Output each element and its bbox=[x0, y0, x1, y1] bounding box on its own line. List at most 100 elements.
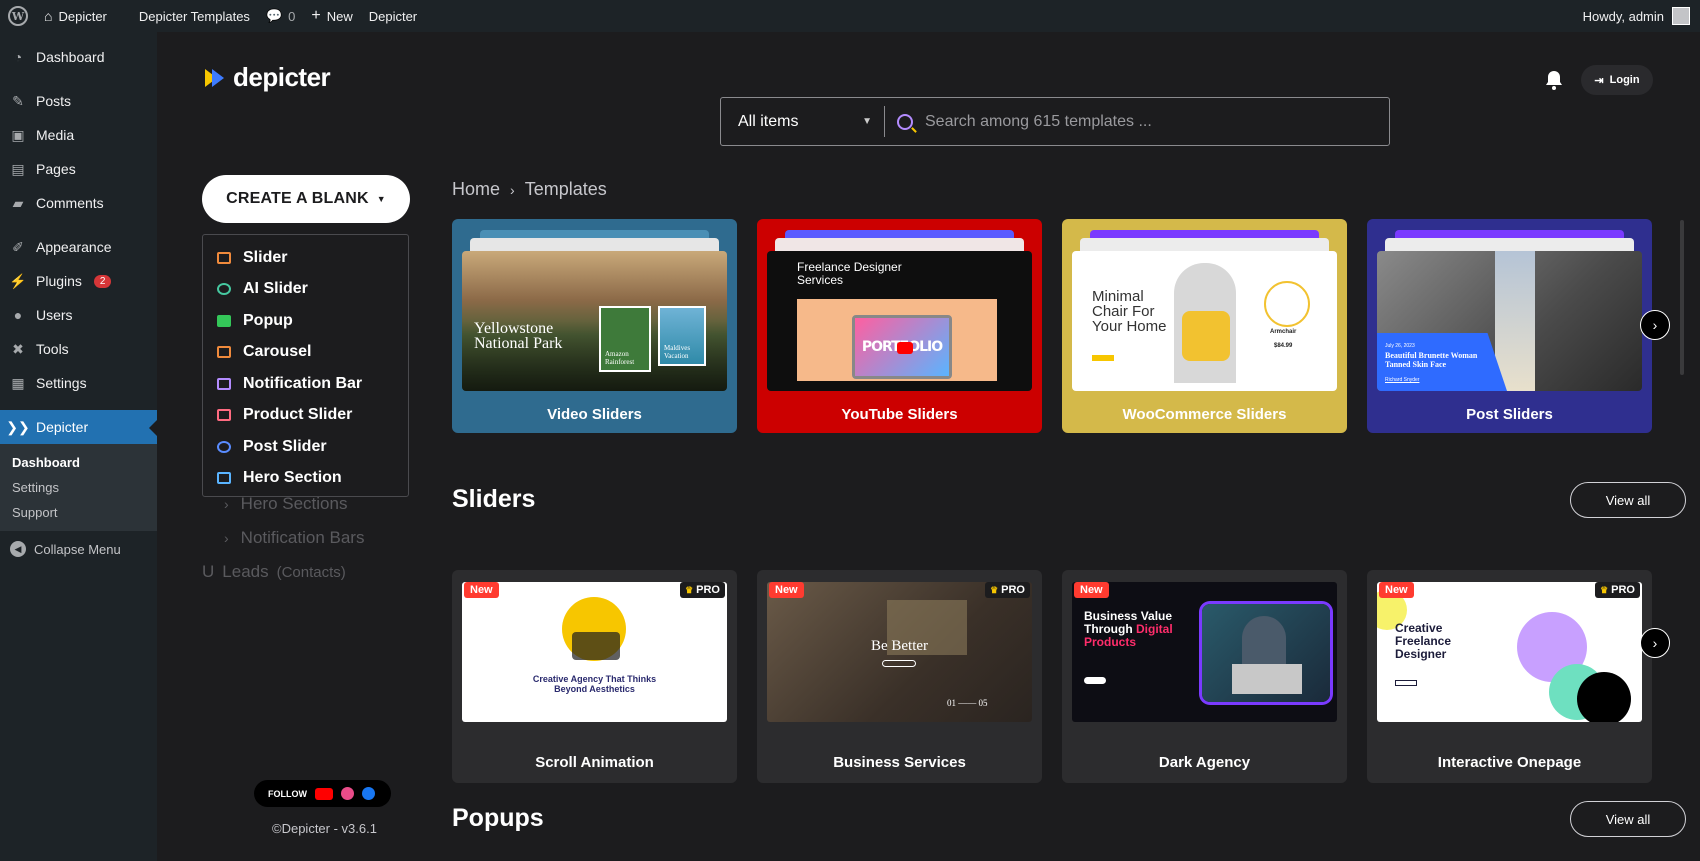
pin-icon: ✎ bbox=[12, 92, 24, 109]
leads-label: Leads bbox=[222, 562, 269, 581]
site-name-link[interactable]: ⌂ Depicter bbox=[36, 0, 115, 32]
search-input[interactable] bbox=[925, 112, 1365, 131]
my-account[interactable]: Howdy, admin bbox=[1583, 7, 1700, 25]
menu-item-label: Slider bbox=[243, 248, 288, 266]
thumbnail-button bbox=[1084, 677, 1106, 684]
menu-dashboard[interactable]: ◔ Dashboard bbox=[0, 40, 157, 74]
menu-users[interactable]: ● Users bbox=[0, 298, 157, 332]
menu-plugins[interactable]: ⚡ Plugins 2 bbox=[0, 264, 157, 298]
plus-icon: + bbox=[311, 7, 321, 24]
youtube-icon[interactable] bbox=[315, 787, 333, 800]
menu-item-post-slider[interactable]: Post Slider bbox=[203, 431, 408, 463]
submenu-dashboard[interactable]: Dashboard bbox=[0, 450, 157, 475]
template-thumbnail: Creative Agency That Thinks Beyond Aesth… bbox=[462, 582, 727, 722]
template-card[interactable]: New ♛ PRO Creative Freelance Designer Int… bbox=[1367, 570, 1652, 783]
dark-circle-graphic bbox=[1577, 672, 1631, 722]
menu-tools[interactable]: ✖ Tools bbox=[0, 332, 157, 366]
pro-badge: ♛ PRO bbox=[1595, 582, 1640, 598]
section-title-popups: Popups bbox=[452, 804, 544, 832]
menu-media[interactable]: ▣ Media bbox=[0, 118, 157, 152]
pro-label: PRO bbox=[696, 584, 720, 596]
scrollbar[interactable] bbox=[1680, 220, 1684, 375]
depicter-link[interactable]: Depicter bbox=[361, 0, 425, 32]
template-card[interactable]: New ♛ PRO Be Better 01 —— 05 Business Ser… bbox=[757, 570, 1042, 783]
menu-item-popup[interactable]: Popup bbox=[203, 305, 408, 337]
category-woocommerce-sliders[interactable]: Minimal Chair For Your Home Armchair $84… bbox=[1062, 219, 1347, 433]
new-content-link[interactable]: + New bbox=[303, 0, 360, 32]
ai-icon bbox=[217, 283, 231, 296]
preview-button bbox=[1092, 355, 1114, 361]
menu-label: Pages bbox=[36, 161, 76, 177]
submenu-support[interactable]: Support bbox=[0, 500, 157, 525]
login-icon: ⇥ bbox=[1594, 74, 1604, 87]
sliders-next-arrow[interactable]: › bbox=[1640, 628, 1670, 658]
submenu-settings[interactable]: Settings bbox=[0, 475, 157, 500]
menu-item-hero-section[interactable]: Hero Section bbox=[203, 463, 408, 495]
breadcrumb-home[interactable]: Home bbox=[452, 179, 500, 200]
menu-item-notification-bar[interactable]: Notification Bar bbox=[203, 368, 408, 400]
thumbnail-headline: Creative Agency That Thinks Beyond Aesth… bbox=[532, 674, 657, 694]
nav-leads[interactable]: U Leads (Contacts) bbox=[202, 555, 364, 589]
site-name-label: Depicter bbox=[58, 8, 107, 24]
caret-down-icon: ▼ bbox=[376, 194, 386, 204]
nav-notification-bars[interactable]: Notification Bars bbox=[202, 521, 365, 555]
menu-comments[interactable]: ▰ Comments bbox=[0, 186, 157, 220]
notification-bar-icon bbox=[217, 377, 231, 390]
category-label: Post Sliders bbox=[1466, 406, 1553, 423]
depicter-logo-icon bbox=[205, 68, 227, 87]
menu-pages[interactable]: ▤ Pages bbox=[0, 152, 157, 186]
template-card[interactable]: New Business Value Through Digital Produ… bbox=[1062, 570, 1347, 783]
template-thumbnail: Business Value Through Digital Products bbox=[1072, 582, 1337, 722]
wordpress-logo-button[interactable]: W bbox=[0, 0, 36, 32]
popup-icon bbox=[217, 314, 231, 327]
depicter-logo[interactable]: depicter bbox=[205, 62, 331, 93]
categories-next-arrow[interactable]: › bbox=[1640, 310, 1670, 340]
woocommerce-slider-preview: Minimal Chair For Your Home Armchair $84… bbox=[1072, 251, 1337, 391]
crown-icon: ♛ bbox=[1600, 584, 1609, 595]
comments-link[interactable]: 💬 0 bbox=[258, 0, 303, 32]
view-all-popups-button[interactable]: View all bbox=[1570, 801, 1686, 837]
menu-appearance[interactable]: ✐ Appearance bbox=[0, 230, 157, 264]
bell-icon[interactable] bbox=[1545, 70, 1565, 92]
media-icon: ▣ bbox=[11, 126, 25, 143]
brush-icon: ✐ bbox=[12, 238, 24, 255]
facebook-icon[interactable] bbox=[362, 787, 375, 800]
category-youtube-sliders[interactable]: Freelance Designer Services PORTFOLIO Yo… bbox=[757, 219, 1042, 433]
menu-item-carousel[interactable]: Carousel bbox=[203, 337, 408, 369]
menu-posts[interactable]: ✎ Posts bbox=[0, 84, 157, 118]
preview-thumb-maldives: Maldives Vacation bbox=[658, 306, 706, 366]
login-button[interactable]: ⇥ Login bbox=[1581, 65, 1653, 95]
breadcrumb-current: Templates bbox=[524, 179, 607, 199]
new-label: New bbox=[326, 8, 353, 24]
collapse-menu-button[interactable]: ◀ Collapse Menu bbox=[0, 531, 157, 567]
person-graphic bbox=[1495, 251, 1535, 391]
menu-item-slider[interactable]: Slider bbox=[203, 242, 408, 274]
template-label: Interactive Onepage bbox=[1437, 754, 1582, 771]
templates-link[interactable]: Depicter Templates bbox=[131, 0, 258, 32]
comment-icon: 💬 bbox=[265, 8, 283, 23]
menu-item-product-slider[interactable]: Product Slider bbox=[203, 400, 408, 432]
template-thumbnail: Be Better 01 —— 05 bbox=[767, 582, 1032, 722]
menu-depicter[interactable]: ❯❯ Depicter bbox=[0, 410, 157, 444]
filter-select[interactable]: All items ▼ bbox=[721, 106, 885, 137]
template-label: Dark Agency bbox=[1158, 754, 1251, 771]
thumbnail-headline-block: Business Value Through Digital Products bbox=[1084, 610, 1194, 649]
category-post-sliders[interactable]: July 26, 2023 Beautiful Brunette Woman T… bbox=[1367, 219, 1652, 433]
menu-label: Plugins bbox=[36, 273, 82, 289]
shopping-bag-icon bbox=[217, 409, 231, 422]
dribbble-icon[interactable] bbox=[341, 787, 354, 800]
youtube-slider-preview: Freelance Designer Services PORTFOLIO bbox=[767, 251, 1032, 391]
preview-product-name: Armchair bbox=[1270, 329, 1297, 335]
thumbnail-headline: Creative Freelance Designer bbox=[1395, 621, 1452, 661]
menu-item-ai-slider[interactable]: AI Slider bbox=[203, 274, 408, 306]
user-icon: ● bbox=[13, 307, 23, 323]
view-all-sliders-button[interactable]: View all bbox=[1570, 482, 1686, 518]
login-label: Login bbox=[1609, 74, 1640, 86]
menu-settings[interactable]: ▦ Settings bbox=[0, 366, 157, 400]
template-card[interactable]: New ♛ PRO Creative Agency That Thinks Bey… bbox=[452, 570, 737, 783]
comments-count: 0 bbox=[288, 8, 296, 24]
category-video-sliders[interactable]: Yellowstone National Park Amazon Rainfor… bbox=[452, 219, 737, 433]
menu-label: Users bbox=[36, 307, 73, 323]
create-blank-button[interactable]: CREATE A BLANK ▼ bbox=[202, 175, 410, 223]
avatar bbox=[1672, 7, 1690, 25]
